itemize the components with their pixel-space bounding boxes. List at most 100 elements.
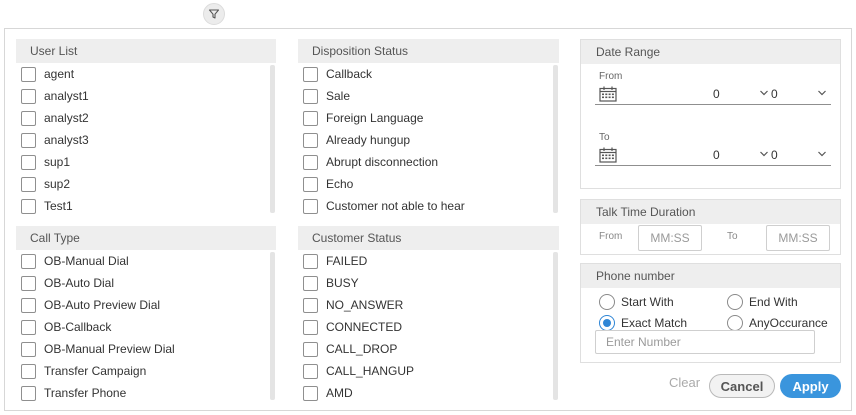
checkbox[interactable] [21, 88, 36, 104]
disposition-item[interactable]: Sale [298, 85, 559, 107]
checkbox[interactable] [303, 253, 318, 269]
disposition-status-scrollbar[interactable] [553, 65, 558, 213]
disposition-item[interactable]: Echo [298, 173, 559, 195]
checkbox[interactable] [21, 297, 36, 313]
chevron-down-icon[interactable] [817, 88, 827, 98]
call-type-item[interactable]: OB-Auto Preview Dial [16, 294, 276, 316]
checkbox[interactable] [21, 154, 36, 170]
customer-status-item-label: NO_ANSWER [326, 298, 404, 312]
customer-status-title: Customer Status [298, 226, 559, 250]
call-type-title: Call Type [16, 226, 276, 250]
checkbox[interactable] [21, 363, 36, 379]
customer-status-item-label: BUSY [326, 276, 359, 290]
chevron-down-icon[interactable] [759, 88, 769, 98]
call-type-item[interactable]: Transfer Phone [16, 382, 276, 402]
customer-status-item[interactable]: NO_ANSWER [298, 294, 559, 316]
disposition-item[interactable]: Abrupt disconnection [298, 151, 559, 173]
radio-exact-match-circle[interactable] [599, 315, 615, 331]
user-item[interactable]: sup2 [16, 173, 276, 195]
checkbox[interactable] [303, 110, 318, 126]
user-item[interactable]: sup1 [16, 151, 276, 173]
radio-end-with[interactable]: End With [727, 294, 798, 310]
radio-exact-match[interactable]: Exact Match [599, 315, 687, 331]
talk-time-from-input[interactable] [638, 225, 702, 251]
to-minute-value[interactable]: 0 [771, 148, 778, 162]
checkbox[interactable] [303, 319, 318, 335]
date-range-to-field[interactable]: 0 0 [595, 144, 831, 166]
disposition-item-label: Abrupt disconnection [326, 155, 439, 169]
disposition-item[interactable]: Already hungup [298, 129, 559, 151]
calendar-icon[interactable] [599, 147, 617, 163]
chevron-down-icon[interactable] [759, 149, 769, 159]
call-type-item[interactable]: OB-Manual Preview Dial [16, 338, 276, 360]
checkbox[interactable] [21, 110, 36, 126]
apply-button[interactable]: Apply [780, 374, 841, 398]
from-minute-value[interactable]: 0 [771, 87, 778, 101]
talk-time-to-input[interactable] [766, 225, 830, 251]
customer-status-item[interactable]: CALL_DROP [298, 338, 559, 360]
checkbox[interactable] [303, 66, 318, 82]
user-item[interactable]: Test1 [16, 195, 276, 215]
call-type-item[interactable]: OB-Auto Dial [16, 272, 276, 294]
radio-start-with[interactable]: Start With [599, 294, 674, 310]
radio-any-occurance-circle[interactable] [727, 315, 743, 331]
user-item[interactable]: analyst2 [16, 107, 276, 129]
chevron-down-icon[interactable] [817, 149, 827, 159]
customer-status-item-label: CALL_HANGUP [326, 364, 415, 378]
disposition-item-label: Foreign Language [326, 111, 424, 125]
calendar-icon[interactable] [599, 86, 617, 102]
disposition-item-label: Sale [326, 89, 351, 103]
radio-any-occurance[interactable]: AnyOccurance [727, 315, 828, 331]
checkbox[interactable] [21, 341, 36, 357]
checkbox[interactable] [303, 275, 318, 291]
customer-status-scrollbar[interactable] [553, 252, 558, 400]
customer-status-item[interactable]: CONNECTED [298, 316, 559, 338]
talk-time-box: Talk Time Duration From To [580, 199, 841, 255]
checkbox[interactable] [303, 341, 318, 357]
checkbox[interactable] [303, 385, 318, 401]
checkbox[interactable] [303, 132, 318, 148]
checkbox[interactable] [303, 198, 318, 214]
disposition-item[interactable]: Callback [298, 63, 559, 85]
checkbox[interactable] [303, 88, 318, 104]
checkbox[interactable] [303, 363, 318, 379]
call-type-item[interactable]: OB-Manual Dial [16, 250, 276, 272]
user-list-scrollbar[interactable] [270, 65, 275, 213]
user-item[interactable]: agent [16, 63, 276, 85]
checkbox[interactable] [303, 297, 318, 313]
checkbox[interactable] [303, 176, 318, 192]
to-hour-value[interactable]: 0 [713, 148, 720, 162]
checkbox[interactable] [21, 132, 36, 148]
customer-status-item[interactable]: CALL_HANGUP [298, 360, 559, 382]
from-hour-value[interactable]: 0 [713, 87, 720, 101]
call-type-item[interactable]: OB-Callback [16, 316, 276, 338]
checkbox[interactable] [21, 253, 36, 269]
checkbox[interactable] [21, 319, 36, 335]
filter-toggle-button[interactable] [203, 3, 225, 25]
disposition-item[interactable]: Customer not able to hear [298, 195, 559, 215]
checkbox[interactable] [303, 154, 318, 170]
radio-end-with-circle[interactable] [727, 294, 743, 310]
checkbox[interactable] [21, 66, 36, 82]
customer-status-item[interactable]: FAILED [298, 250, 559, 272]
checkbox[interactable] [21, 176, 36, 192]
checkbox[interactable] [21, 385, 36, 401]
user-item[interactable]: analyst1 [16, 85, 276, 107]
checkbox[interactable] [21, 198, 36, 214]
call-type-item[interactable]: Transfer Campaign [16, 360, 276, 382]
user-item-label: analyst1 [44, 89, 89, 103]
call-type-box: Call Type OB-Manual Dial OB-Auto Dial OB-A… [16, 226, 276, 402]
radio-start-with-circle[interactable] [599, 294, 615, 310]
call-type-scrollbar[interactable] [270, 252, 275, 400]
customer-status-item[interactable]: BUSY [298, 272, 559, 294]
user-item[interactable]: analyst3 [16, 129, 276, 151]
disposition-item[interactable]: Foreign Language [298, 107, 559, 129]
phone-number-input[interactable] [595, 330, 815, 354]
clear-button[interactable]: Clear [669, 375, 700, 390]
customer-status-item[interactable]: AMD [298, 382, 559, 402]
checkbox[interactable] [21, 275, 36, 291]
radio-start-with-label: Start With [621, 295, 674, 309]
date-range-from-field[interactable]: 0 0 [595, 83, 831, 105]
disposition-item-label: Callback [326, 67, 373, 81]
cancel-button[interactable]: Cancel [709, 374, 775, 398]
